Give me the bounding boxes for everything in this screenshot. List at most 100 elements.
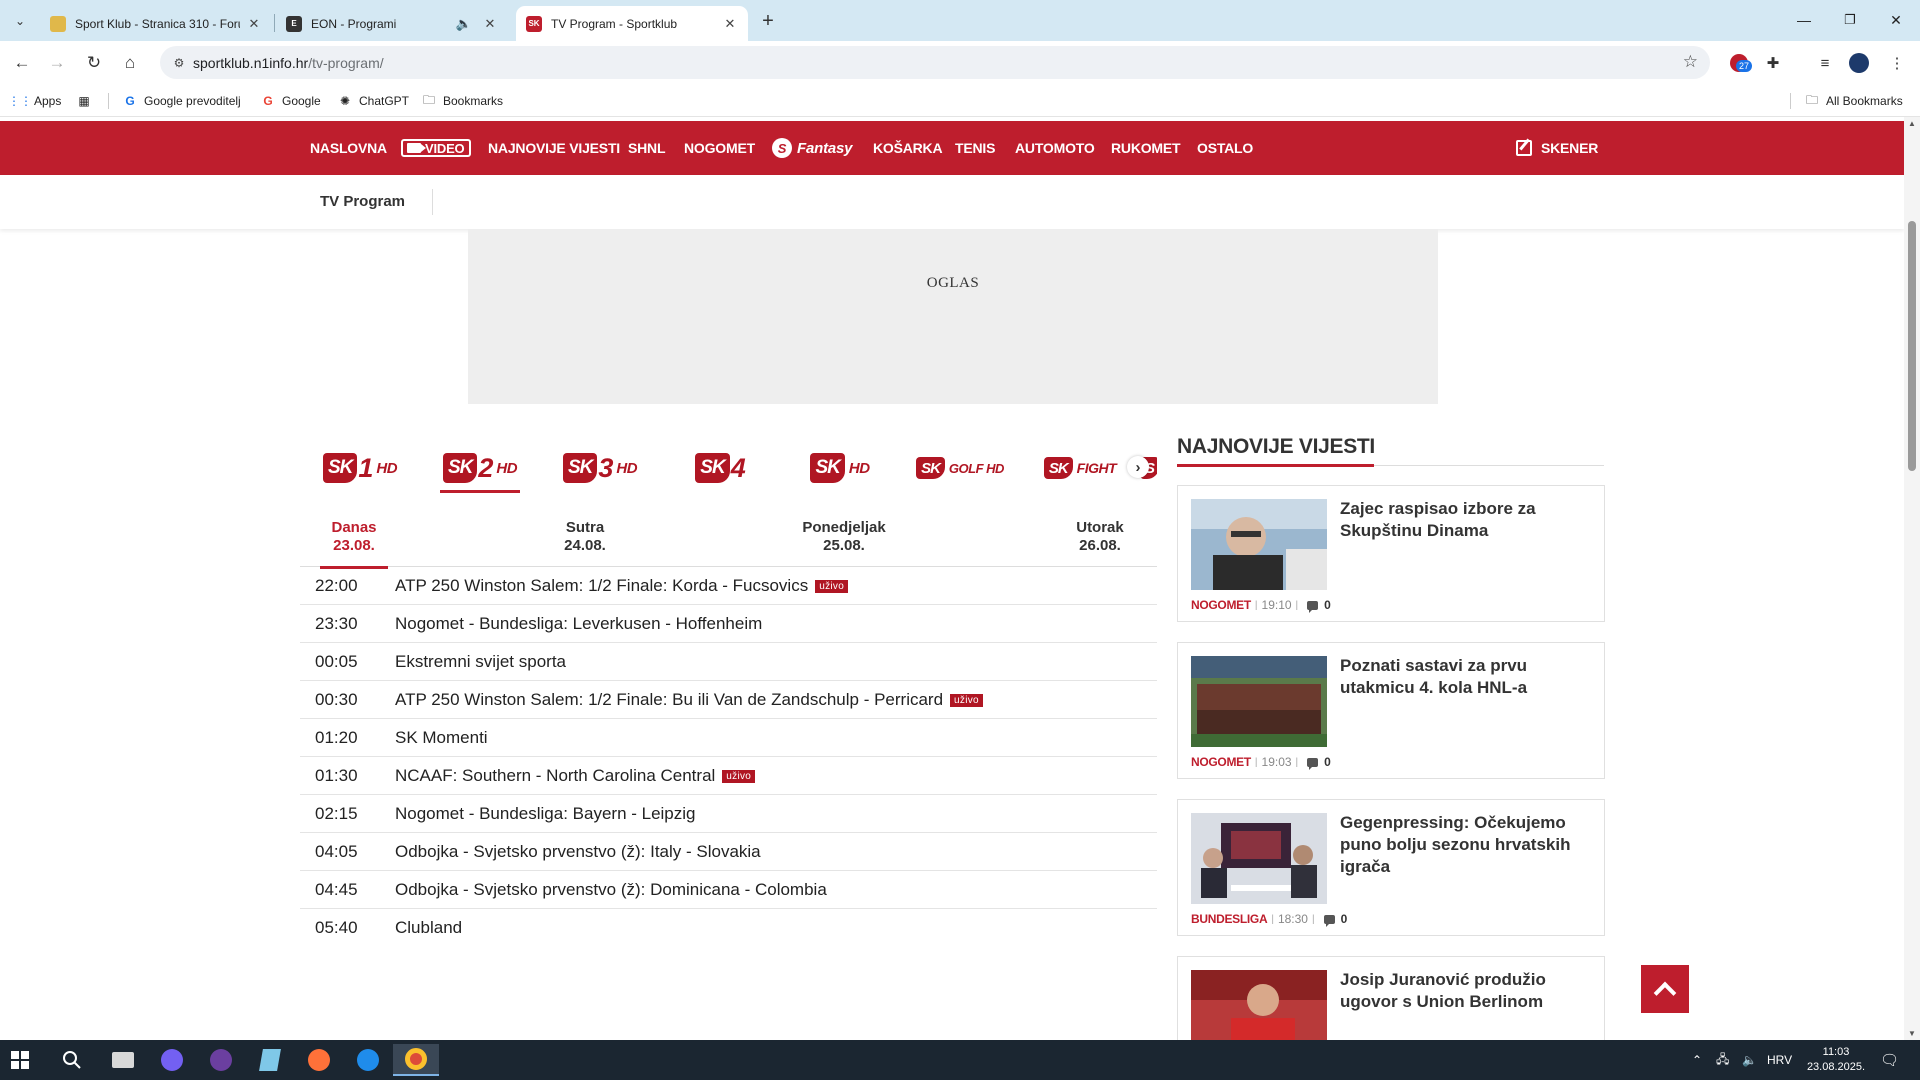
nav-shnl[interactable]: SHNL — [628, 121, 666, 175]
extension-icon[interactable]: 27 — [1726, 50, 1753, 76]
tab-eon-programi[interactable]: E EON - Programi 🔈 ✕ — [276, 6, 508, 41]
close-tab-icon[interactable]: ✕ — [482, 16, 498, 32]
task-view-icon[interactable] — [103, 1044, 143, 1076]
scrollbar-thumb[interactable] — [1908, 221, 1916, 471]
day-danas[interactable]: Danas 23.08. — [320, 517, 388, 569]
table-row[interactable]: 04:05 Odbojka - Svjetsko prvenstvo (ž): … — [300, 833, 1157, 871]
news-category[interactable]: BUNDESLIGA — [1191, 912, 1268, 926]
page-scrollbar[interactable]: ▲ ▼ — [1904, 117, 1920, 1040]
bookmark-star-icon[interactable]: ☆ — [1683, 52, 1698, 72]
news-card[interactable]: Gegenpressing: Očekujemo puno bolju sezo… — [1177, 799, 1605, 936]
close-window-icon[interactable]: ✕ — [1884, 8, 1908, 32]
news-headline[interactable]: Gegenpressing: Očekujemo puno bolju sezo… — [1340, 812, 1590, 878]
channel-sk4[interactable]: SK 4 — [660, 437, 780, 499]
taskbar-clock[interactable]: 11:03 23.08.2025. — [1806, 1045, 1866, 1075]
day-utorak[interactable]: Utorak 26.08. — [1060, 517, 1140, 567]
notepad-icon[interactable] — [250, 1044, 290, 1076]
menu-kebab-icon[interactable]: ⋮ — [1884, 50, 1910, 76]
language-indicator[interactable]: HRV — [1767, 1040, 1792, 1080]
news-thumbnail[interactable] — [1191, 970, 1327, 1040]
network-icon[interactable]: 🖧 — [1716, 1040, 1729, 1080]
news-thumbnail[interactable] — [1191, 813, 1327, 904]
table-row[interactable]: 05:40 Clubland — [300, 909, 1157, 947]
chrome-icon[interactable] — [393, 1044, 439, 1076]
reload-icon[interactable]: ↻ — [81, 50, 107, 76]
viber-icon[interactable] — [152, 1044, 192, 1076]
nav-ostalo[interactable]: OSTALO — [1197, 121, 1253, 175]
channel-sk3-hd[interactable]: SK 3 HD — [540, 437, 660, 499]
minimize-icon[interactable]: — — [1792, 8, 1816, 32]
address-bar[interactable]: ⚙ sportklub.n1info.hr/tv-program/ ☆ — [160, 46, 1710, 79]
windows-start-icon[interactable] — [0, 1044, 40, 1076]
subnav-tv-program[interactable]: TV Program — [320, 193, 405, 210]
tab-search-icon[interactable]: ⌄ — [8, 9, 32, 33]
news-headline[interactable]: Poznati sastavi za prvu utakmicu 4. kola… — [1340, 655, 1590, 699]
nav-video[interactable]: VIDEO — [401, 121, 472, 175]
channel-sk-fight[interactable]: SK FIGHT — [1020, 437, 1140, 499]
table-row[interactable]: 04:45 Odbojka - Svjetsko prvenstvo (ž): … — [300, 871, 1157, 909]
table-row[interactable]: 01:20 SK Momenti — [300, 719, 1157, 757]
table-row[interactable]: 02:15 Nogomet - Bundesliga: Bayern - Lei… — [300, 795, 1157, 833]
scroll-up-arrow-icon[interactable]: ▲ — [1908, 119, 1916, 128]
site-info-icon[interactable]: ⚙ — [168, 52, 190, 74]
day-ponedjeljak[interactable]: Ponedjeljak 25.08. — [789, 517, 899, 567]
nav-naslovna[interactable]: NASLOVNA — [310, 121, 387, 175]
all-bookmarks[interactable]: 🗀 All Bookmarks — [1804, 92, 1903, 110]
search-icon[interactable] — [52, 1044, 92, 1076]
nav-najnovije-vijesti[interactable]: NAJNOVIJE VIJESTI — [488, 121, 620, 175]
close-tab-icon[interactable]: ✕ — [246, 16, 262, 32]
bookmark-google[interactable]: G Google — [260, 92, 320, 110]
table-row[interactable]: 22:00 ATP 250 Winston Salem: 1/2 Finale:… — [300, 567, 1157, 605]
bookmark-google-prevoditelj[interactable]: G Google prevoditelj — [122, 92, 240, 110]
channel-sk2-hd[interactable]: SK 2 HD — [420, 437, 540, 499]
nav-rukomet[interactable]: RUKOMET — [1111, 121, 1181, 175]
nav-kosarka[interactable]: KOŠARKA — [873, 121, 943, 175]
tab-tv-program[interactable]: SK TV Program - Sportklub ✕ — [516, 6, 748, 41]
forward-icon[interactable]: → — [44, 50, 70, 76]
scroll-down-arrow-icon[interactable]: ▼ — [1908, 1029, 1916, 1038]
channel-sk1-hd[interactable]: SK 1 HD — [300, 437, 420, 499]
notifications-icon[interactable]: 🗨 — [1880, 1040, 1899, 1080]
speaker-icon[interactable]: 🔈 — [456, 16, 472, 32]
news-category[interactable]: NOGOMET — [1191, 755, 1251, 769]
nav-nogomet[interactable]: NOGOMET — [684, 121, 755, 175]
media-control-icon[interactable]: ≡ — [1812, 50, 1838, 76]
ad-banner[interactable]: OGLAS — [468, 229, 1438, 404]
news-card[interactable]: Josip Juranović produžio ugovor s Union … — [1177, 956, 1605, 1040]
volume-icon[interactable]: 🔈 — [1742, 1040, 1757, 1080]
news-thumbnail[interactable] — [1191, 499, 1327, 590]
new-tab-button[interactable]: + — [756, 9, 780, 33]
thunderbird-icon[interactable] — [348, 1044, 388, 1076]
news-headline[interactable]: Josip Juranović produžio ugovor s Union … — [1340, 969, 1590, 1013]
news-thumbnail[interactable] — [1191, 656, 1327, 747]
bookmark-tab-groups[interactable]: ▦ — [76, 92, 98, 110]
channel-sk-golf-hd[interactable]: SK GOLF HD — [900, 437, 1020, 499]
day-sutra[interactable]: Sutra 24.08. — [545, 517, 625, 567]
tor-browser-icon[interactable] — [201, 1044, 241, 1076]
channel-next-arrow-icon[interactable]: › — [1127, 456, 1149, 478]
nav-fantasy[interactable]: S Fantasy — [772, 121, 852, 175]
firefox-icon[interactable] — [299, 1044, 339, 1076]
news-category[interactable]: NOGOMET — [1191, 598, 1251, 612]
table-row[interactable]: 00:30 ATP 250 Winston Salem: 1/2 Finale:… — [300, 681, 1157, 719]
home-icon[interactable]: ⌂ — [117, 50, 143, 76]
back-icon[interactable]: ← — [9, 50, 35, 76]
table-row[interactable]: 00:05 Ekstremni svijet sporta — [300, 643, 1157, 681]
bookmark-apps[interactable]: ⋮⋮ Apps — [8, 92, 61, 110]
nav-automoto[interactable]: AUTOMOTO — [1015, 121, 1095, 175]
nav-skener[interactable]: SKENER — [1516, 121, 1598, 175]
bookmark-folder-bookmarks[interactable]: 🗀 Bookmarks — [421, 92, 503, 110]
restore-icon[interactable]: ❐ — [1838, 8, 1862, 32]
close-tab-icon[interactable]: ✕ — [722, 16, 738, 32]
profile-avatar-icon[interactable] — [1846, 50, 1872, 76]
nav-tenis[interactable]: TENIS — [955, 121, 995, 175]
scroll-to-top-button[interactable] — [1641, 965, 1689, 1013]
extensions-puzzle-icon[interactable]: ✚ — [1760, 50, 1786, 76]
table-row[interactable]: 01:30 NCAAF: Southern - North Carolina C… — [300, 757, 1157, 795]
news-card[interactable]: Poznati sastavi za prvu utakmicu 4. kola… — [1177, 642, 1605, 779]
news-card[interactable]: Zajec raspisao izbore za Skupštinu Dinam… — [1177, 485, 1605, 622]
tray-chevron-icon[interactable]: ⌃ — [1692, 1040, 1702, 1080]
tab-sport-klub-forum[interactable]: Sport Klub - Stranica 310 - Foru ✕ — [40, 6, 272, 41]
news-headline[interactable]: Zajec raspisao izbore za Skupštinu Dinam… — [1340, 498, 1590, 542]
bookmark-chatgpt[interactable]: ✺ ChatGPT — [337, 92, 409, 110]
